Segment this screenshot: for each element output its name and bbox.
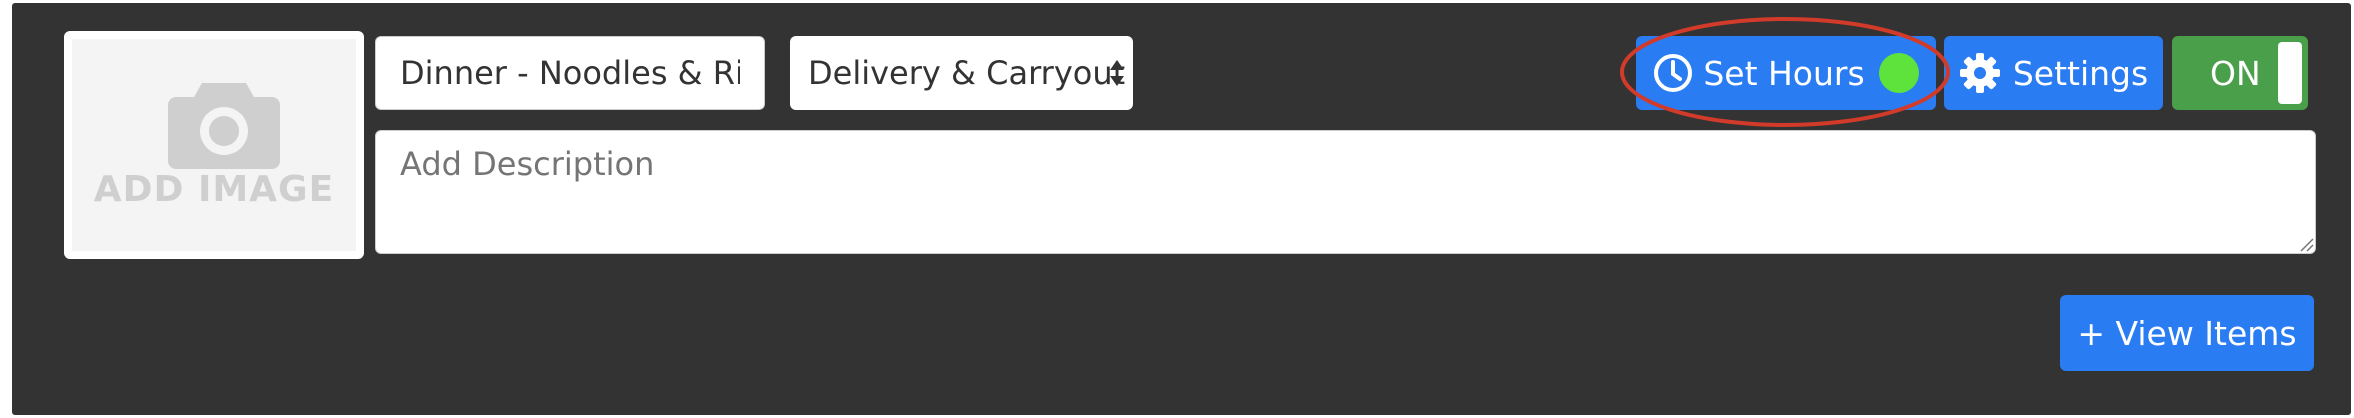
set-hours-button[interactable]: Set Hours xyxy=(1636,36,1936,110)
toggle-knob[interactable] xyxy=(2278,42,2302,104)
description-textarea[interactable] xyxy=(375,130,2316,254)
clock-icon xyxy=(1654,54,1693,92)
settings-label: Settings xyxy=(2012,53,2149,93)
set-hours-label: Set Hours xyxy=(1703,53,1865,93)
toggle-label: ON xyxy=(2210,53,2261,93)
image-placeholder: ADD IMAGE xyxy=(72,39,356,251)
settings-button[interactable]: Settings xyxy=(1944,36,2163,110)
hours-status-indicator xyxy=(1878,53,1919,93)
menu-name-input[interactable] xyxy=(375,36,765,110)
active-toggle[interactable]: ON xyxy=(2172,36,2308,110)
service-type-selected: Delivery & Carryout xyxy=(808,54,1126,92)
add-image-button[interactable]: ADD IMAGE xyxy=(64,31,364,259)
gear-icon xyxy=(1959,53,2000,93)
camera-icon xyxy=(168,83,280,169)
select-arrows-icon xyxy=(1110,60,1124,86)
resize-grip-icon[interactable] xyxy=(2298,236,2314,252)
view-items-button[interactable]: + View Items xyxy=(2060,295,2314,371)
service-type-select[interactable]: Delivery & Carryout xyxy=(790,36,1133,110)
add-image-label: ADD IMAGE xyxy=(93,169,335,210)
view-items-label: + View Items xyxy=(2077,313,2297,353)
